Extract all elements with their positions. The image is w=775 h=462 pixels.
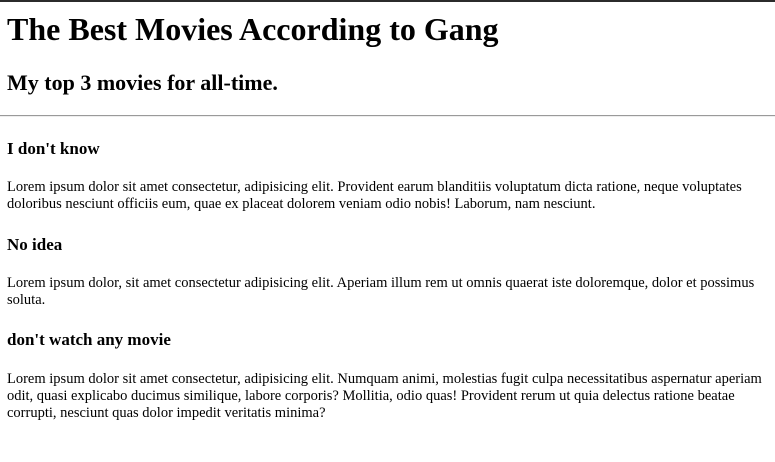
page-title: The Best Movies According to Gang: [7, 11, 499, 47]
movie-title-1: I don't know: [7, 139, 100, 158]
movie-title-2: No idea: [7, 235, 63, 254]
page-subtitle: My top 3 movies for all-time.: [7, 70, 278, 95]
page: The Best Movies According to Gang My top…: [0, 2, 775, 462]
divider: [0, 115, 775, 117]
movie-description-2: Lorem ipsum dolor, sit amet consectetur …: [7, 275, 755, 308]
movie-description-3: Lorem ipsum dolor sit amet consectetur, …: [7, 371, 762, 421]
movie-description-1: Lorem ipsum dolor sit amet consectetur, …: [7, 179, 742, 212]
movie-title-3: don't watch any movie: [7, 330, 171, 349]
